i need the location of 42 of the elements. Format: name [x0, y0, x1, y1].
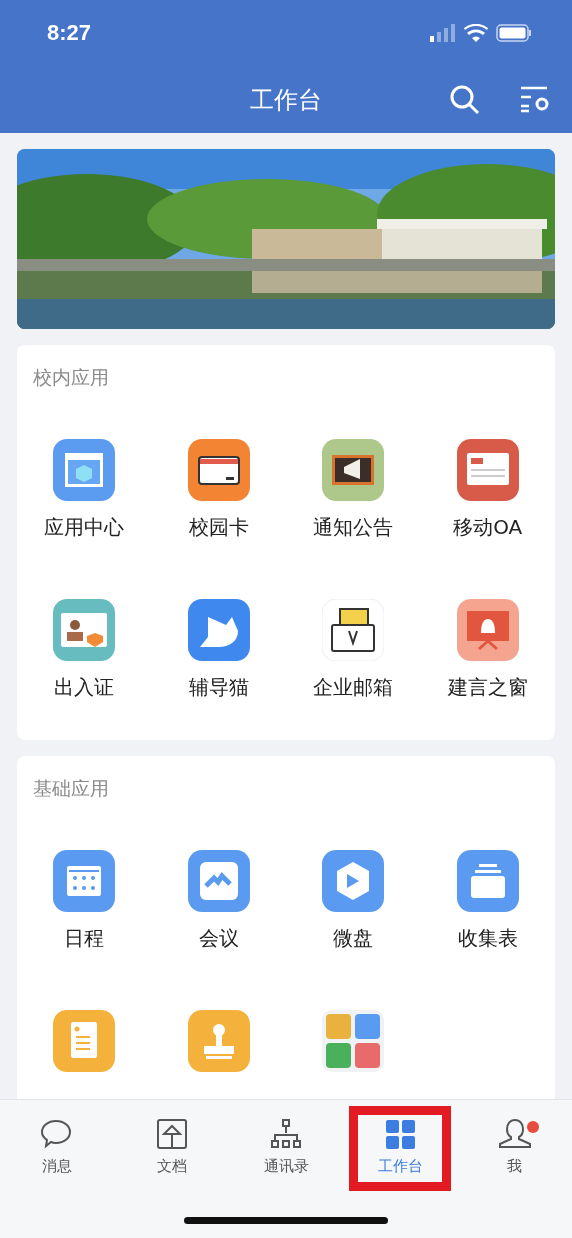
tab-bar-item[interactable]: 工作台 — [349, 1106, 452, 1191]
signal-icon — [430, 24, 456, 42]
megaphone-board-icon[interactable] — [322, 439, 385, 501]
section-title: 校内应用 — [32, 365, 110, 389]
browser-window-icon[interactable] — [53, 439, 116, 501]
app-label[interactable]: 收集表 — [457, 924, 518, 952]
app-label[interactable]: 建言之窗 — [447, 673, 528, 701]
tab-bar-item[interactable]: 通讯录 — [235, 1106, 337, 1191]
battery-icon — [496, 24, 532, 42]
page-title: 工作台 — [250, 84, 322, 116]
status-time: 8:27 — [47, 20, 92, 46]
bell-board-icon[interactable] — [456, 599, 519, 661]
tab-bar-item[interactable]: 文档 — [120, 1106, 223, 1191]
app-label[interactable]: 出入证 — [54, 673, 115, 701]
app-label[interactable]: 企业邮箱 — [313, 673, 394, 701]
app-label[interactable]: 移动OA — [453, 513, 523, 541]
grid-icon — [383, 1117, 418, 1151]
mountain-icon[interactable] — [187, 850, 250, 912]
settings-list-icon[interactable] — [520, 85, 550, 113]
stack-icon[interactable] — [456, 850, 519, 912]
org-chart-icon — [269, 1117, 303, 1151]
person-icon — [497, 1117, 532, 1151]
app-label[interactable]: 通知公告 — [313, 513, 394, 541]
calendar-icon[interactable] — [53, 850, 116, 912]
mailbox-icon[interactable] — [322, 599, 385, 661]
stamp-icon[interactable] — [187, 1010, 250, 1072]
document-icon[interactable] — [456, 439, 519, 501]
app-label[interactable]: 日程 — [64, 924, 105, 952]
search-icon[interactable] — [450, 85, 480, 115]
card-icon[interactable] — [187, 439, 250, 501]
tab-bar-item[interactable]: 我 — [463, 1106, 566, 1191]
app-label[interactable]: 辅导猫 — [188, 673, 249, 701]
section-title: 基础应用 — [32, 776, 110, 800]
app-label[interactable]: 会议 — [198, 924, 239, 952]
report-icon[interactable] — [53, 1010, 116, 1072]
app-label[interactable]: 微盘 — [333, 924, 374, 952]
tab-bar-item[interactable]: 消息 — [6, 1106, 109, 1191]
app-grid-icon[interactable] — [322, 1010, 385, 1072]
id-card-icon[interactable] — [53, 599, 116, 661]
app-label[interactable]: 校园卡 — [188, 513, 249, 541]
wifi-icon — [464, 24, 488, 42]
app-label[interactable]: 应用中心 — [44, 513, 125, 541]
